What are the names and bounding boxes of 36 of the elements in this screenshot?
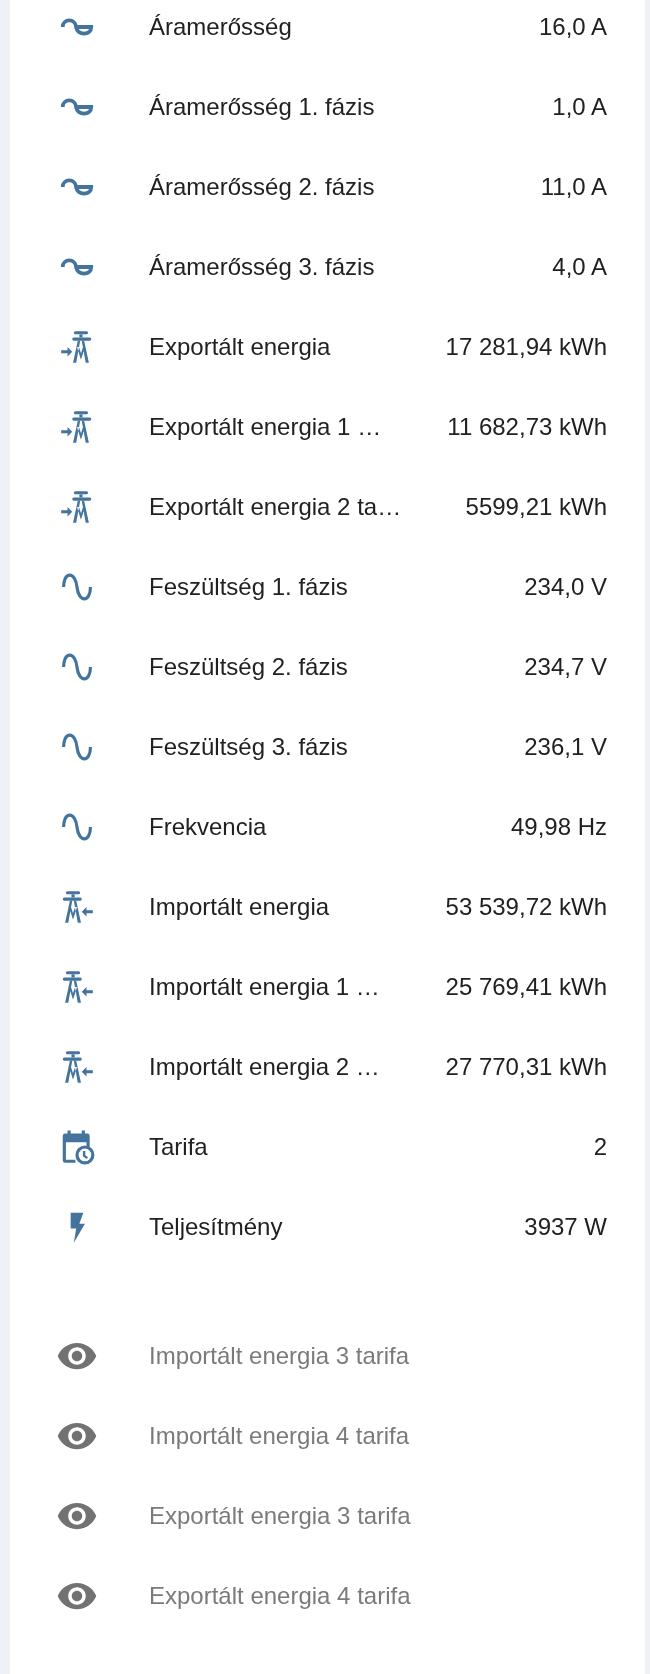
entity-value: 11 682,73 kWh	[446, 412, 607, 442]
entity-name[interactable]: Frekvencia	[149, 809, 267, 845]
entity-name[interactable]: Importált energia 2 …	[149, 1049, 380, 1085]
entity-name[interactable]: Feszültség 3. fázis	[149, 729, 348, 765]
entity-value: 3937 W	[523, 1212, 607, 1242]
entity-value: 5599,21 kWh	[464, 492, 607, 522]
entity-value: 1,0 A	[551, 92, 607, 122]
entity-value: 27 770,31 kWh	[444, 1052, 607, 1082]
hidden-entity-name[interactable]: Importált energia 3 tarifa	[149, 1338, 410, 1374]
entity-name[interactable]: Teljesítmény	[149, 1209, 283, 1245]
hidden-entity-name[interactable]: Importált energia 4 tarifa	[149, 1418, 410, 1454]
entity-value: 25 769,41 kWh	[444, 972, 607, 1002]
entity-name[interactable]: Importált energia	[149, 889, 330, 925]
entity-value: 17 281,94 kWh	[444, 332, 607, 362]
entity-value: 234,0 V	[523, 572, 607, 602]
entity-name[interactable]: Áramerősség 3. fázis	[149, 249, 375, 285]
entity-value: 4,0 A	[551, 252, 607, 282]
entity-value: 236,1 V	[523, 732, 607, 762]
entity-value: 2	[592, 1132, 607, 1162]
entity-value: 234,7 V	[523, 652, 607, 682]
entity-name[interactable]: Exportált energia	[149, 329, 331, 365]
hidden-entity-name[interactable]: Exportált energia 3 tarifa	[149, 1498, 411, 1534]
entity-value: 53 539,72 kWh	[444, 892, 607, 922]
entity-value: 11,0 A	[539, 172, 607, 202]
entity-name[interactable]: Áramerősség 1. fázis	[149, 89, 375, 125]
entity-name[interactable]: Áramerősség 2. fázis	[149, 169, 375, 205]
entity-value: 49,98 Hz	[509, 812, 607, 842]
entity-name[interactable]: Feszültség 1. fázis	[149, 569, 348, 605]
entity-name[interactable]: Feszültség 2. fázis	[149, 649, 348, 685]
entity-value: 16,0 A	[537, 12, 607, 42]
hidden-entity-name[interactable]: Exportált energia 4 tarifa	[149, 1578, 411, 1614]
entity-name[interactable]: Exportált energia 2 ta…	[149, 489, 402, 525]
entity-name[interactable]: Importált energia 1 …	[149, 969, 380, 1005]
entity-name[interactable]: Tarifa	[149, 1129, 208, 1165]
entity-name[interactable]: Áramerősség	[149, 9, 292, 45]
entity-name[interactable]: Exportált energia 1 …	[149, 409, 382, 445]
